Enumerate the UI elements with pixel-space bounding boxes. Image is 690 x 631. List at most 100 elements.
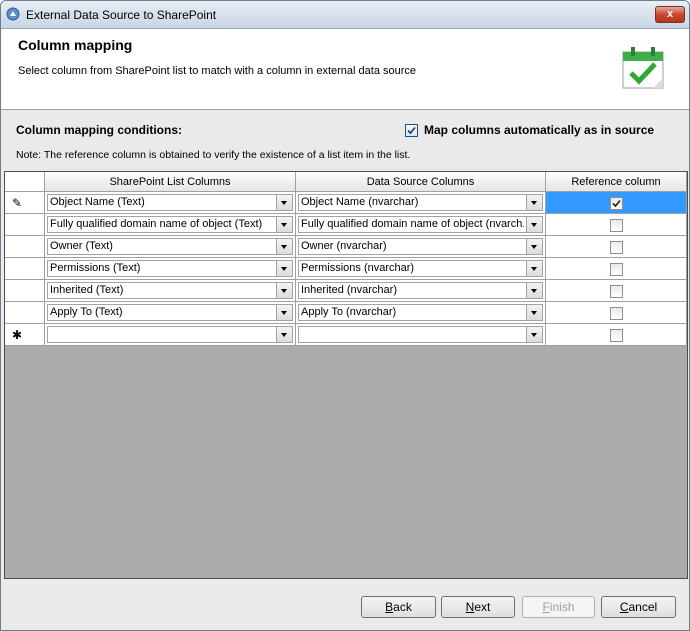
reference-note: Note: The reference column is obtained t…	[16, 149, 411, 161]
reference-checkbox[interactable]	[610, 241, 623, 254]
table-row: Permissions (Text) Permissions (nvarchar)	[5, 258, 687, 280]
column-header-data-source[interactable]: Data Source Columns	[296, 172, 546, 192]
dropdown-arrow-icon[interactable]	[276, 261, 292, 276]
sharepoint-column-combo[interactable]: Owner (Text)	[47, 238, 293, 255]
data-source-column-combo[interactable]: Fully qualified domain name of object (n…	[298, 216, 543, 233]
sharepoint-column-combo-cell: Apply To (Text)	[45, 302, 296, 324]
table-row: Fully qualified domain name of object (T…	[5, 214, 687, 236]
sharepoint-column-combo-value: Permissions (Text)	[50, 262, 141, 274]
dropdown-arrow-icon[interactable]	[276, 327, 292, 342]
wizard-header: Column mapping Select column from ShareP…	[1, 29, 689, 110]
mapping-conditions-label: Column mapping conditions:	[16, 123, 182, 137]
pencil-icon: ✎	[12, 196, 23, 210]
data-source-column-combo[interactable]: Apply To (nvarchar)	[298, 304, 543, 321]
table-row: Apply To (Text) Apply To (nvarchar)	[5, 302, 687, 324]
data-source-column-combo-value: Fully qualified domain name of object (n…	[301, 218, 524, 230]
table-row: ✎ Object Name (Text) Object Name (nvarchar…	[5, 192, 687, 214]
sharepoint-app-icon	[6, 7, 20, 21]
new-row-asterisk-icon: ✱	[12, 328, 23, 342]
close-button[interactable]: x	[655, 6, 685, 23]
dropdown-arrow-icon[interactable]	[526, 217, 542, 232]
sharepoint-column-combo[interactable]: Apply To (Text)	[47, 304, 293, 321]
cancel-button[interactable]: Cancel	[601, 596, 676, 618]
sharepoint-column-combo[interactable]: Fully qualified domain name of object (T…	[47, 216, 293, 233]
table-row: ✱	[5, 324, 687, 346]
sharepoint-column-combo[interactable]: Permissions (Text)	[47, 260, 293, 277]
title-bar[interactable]: External Data Source to SharePoint x	[1, 1, 689, 29]
data-source-column-combo-value: Apply To (nvarchar)	[301, 306, 397, 318]
dropdown-arrow-icon[interactable]	[526, 283, 542, 298]
row-header-corner	[5, 172, 45, 192]
data-source-column-combo[interactable]: Inherited (nvarchar)	[298, 282, 543, 299]
sharepoint-column-combo-value: Object Name (Text)	[50, 196, 145, 208]
row-header[interactable]	[5, 236, 45, 258]
row-header[interactable]	[5, 302, 45, 324]
data-source-column-combo-value: Permissions (nvarchar)	[301, 262, 415, 274]
auto-map-label[interactable]: Map columns automatically as in source	[424, 123, 654, 137]
row-header[interactable]	[5, 258, 45, 280]
sharepoint-column-combo[interactable]: Inherited (Text)	[47, 282, 293, 299]
check-icon	[612, 199, 621, 208]
sharepoint-column-combo-value: Apply To (Text)	[50, 306, 123, 318]
sharepoint-column-combo-cell: Object Name (Text)	[45, 192, 296, 214]
dropdown-arrow-icon[interactable]	[526, 305, 542, 320]
reference-column-cell	[546, 192, 687, 214]
check-icon	[407, 126, 416, 135]
sharepoint-column-combo-cell: Fully qualified domain name of object (T…	[45, 214, 296, 236]
grid-header-row: SharePoint List Columns Data Source Colu…	[5, 172, 687, 192]
sharepoint-column-combo-cell	[45, 324, 296, 346]
data-source-column-combo-cell	[296, 324, 546, 346]
sharepoint-column-combo-value: Inherited (Text)	[50, 284, 124, 296]
sharepoint-column-combo[interactable]	[47, 326, 293, 343]
data-source-column-combo[interactable]: Owner (nvarchar)	[298, 238, 543, 255]
dropdown-arrow-icon[interactable]	[276, 195, 292, 210]
reference-checkbox[interactable]	[610, 263, 623, 276]
reference-column-cell	[546, 214, 687, 236]
data-source-column-combo[interactable]	[298, 326, 543, 343]
data-source-column-combo[interactable]: Object Name (nvarchar)	[298, 194, 543, 211]
data-source-column-combo[interactable]: Permissions (nvarchar)	[298, 260, 543, 277]
column-header-sharepoint[interactable]: SharePoint List Columns	[45, 172, 296, 192]
row-header[interactable]	[5, 214, 45, 236]
finish-button[interactable]: Finish	[522, 596, 595, 618]
sharepoint-column-combo-value: Owner (Text)	[50, 240, 113, 252]
reference-checkbox[interactable]	[610, 219, 623, 232]
dropdown-arrow-icon[interactable]	[526, 239, 542, 254]
calendar-check-icon	[622, 47, 664, 89]
dropdown-arrow-icon[interactable]	[526, 261, 542, 276]
dropdown-arrow-icon[interactable]	[526, 327, 542, 342]
reference-column-cell	[546, 258, 687, 280]
back-button[interactable]: Back	[361, 596, 436, 618]
row-header[interactable]: ✎	[5, 192, 45, 214]
dropdown-arrow-icon[interactable]	[526, 195, 542, 210]
dropdown-arrow-icon[interactable]	[276, 283, 292, 298]
sharepoint-column-combo-cell: Owner (Text)	[45, 236, 296, 258]
table-row: Owner (Text) Owner (nvarchar)	[5, 236, 687, 258]
row-header[interactable]	[5, 280, 45, 302]
sharepoint-column-combo-cell: Permissions (Text)	[45, 258, 296, 280]
dropdown-arrow-icon[interactable]	[276, 305, 292, 320]
data-source-column-combo-value: Inherited (nvarchar)	[301, 284, 397, 296]
next-button[interactable]: Next	[441, 596, 515, 618]
reference-checkbox[interactable]	[610, 197, 623, 210]
data-source-column-combo-cell: Fully qualified domain name of object (n…	[296, 214, 546, 236]
reference-checkbox[interactable]	[610, 285, 623, 298]
dropdown-arrow-icon[interactable]	[276, 217, 292, 232]
sharepoint-column-combo-value: Fully qualified domain name of object (T…	[50, 218, 263, 230]
row-header[interactable]: ✱	[5, 324, 45, 346]
reference-column-cell	[546, 280, 687, 302]
table-row: Inherited (Text) Inherited (nvarchar)	[5, 280, 687, 302]
sharepoint-column-combo[interactable]: Object Name (Text)	[47, 194, 293, 211]
reference-checkbox[interactable]	[610, 307, 623, 320]
reference-checkbox[interactable]	[610, 329, 623, 342]
data-source-column-combo-cell: Owner (nvarchar)	[296, 236, 546, 258]
auto-map-checkbox[interactable]	[405, 124, 418, 137]
data-source-column-combo-value: Object Name (nvarchar)	[301, 196, 419, 208]
dropdown-arrow-icon[interactable]	[276, 239, 292, 254]
reference-column-cell	[546, 324, 687, 346]
reference-column-cell	[546, 302, 687, 324]
reference-column-cell	[546, 236, 687, 258]
column-header-reference[interactable]: Reference column	[546, 172, 687, 192]
data-source-column-combo-value: Owner (nvarchar)	[301, 240, 387, 252]
data-source-column-combo-cell: Permissions (nvarchar)	[296, 258, 546, 280]
